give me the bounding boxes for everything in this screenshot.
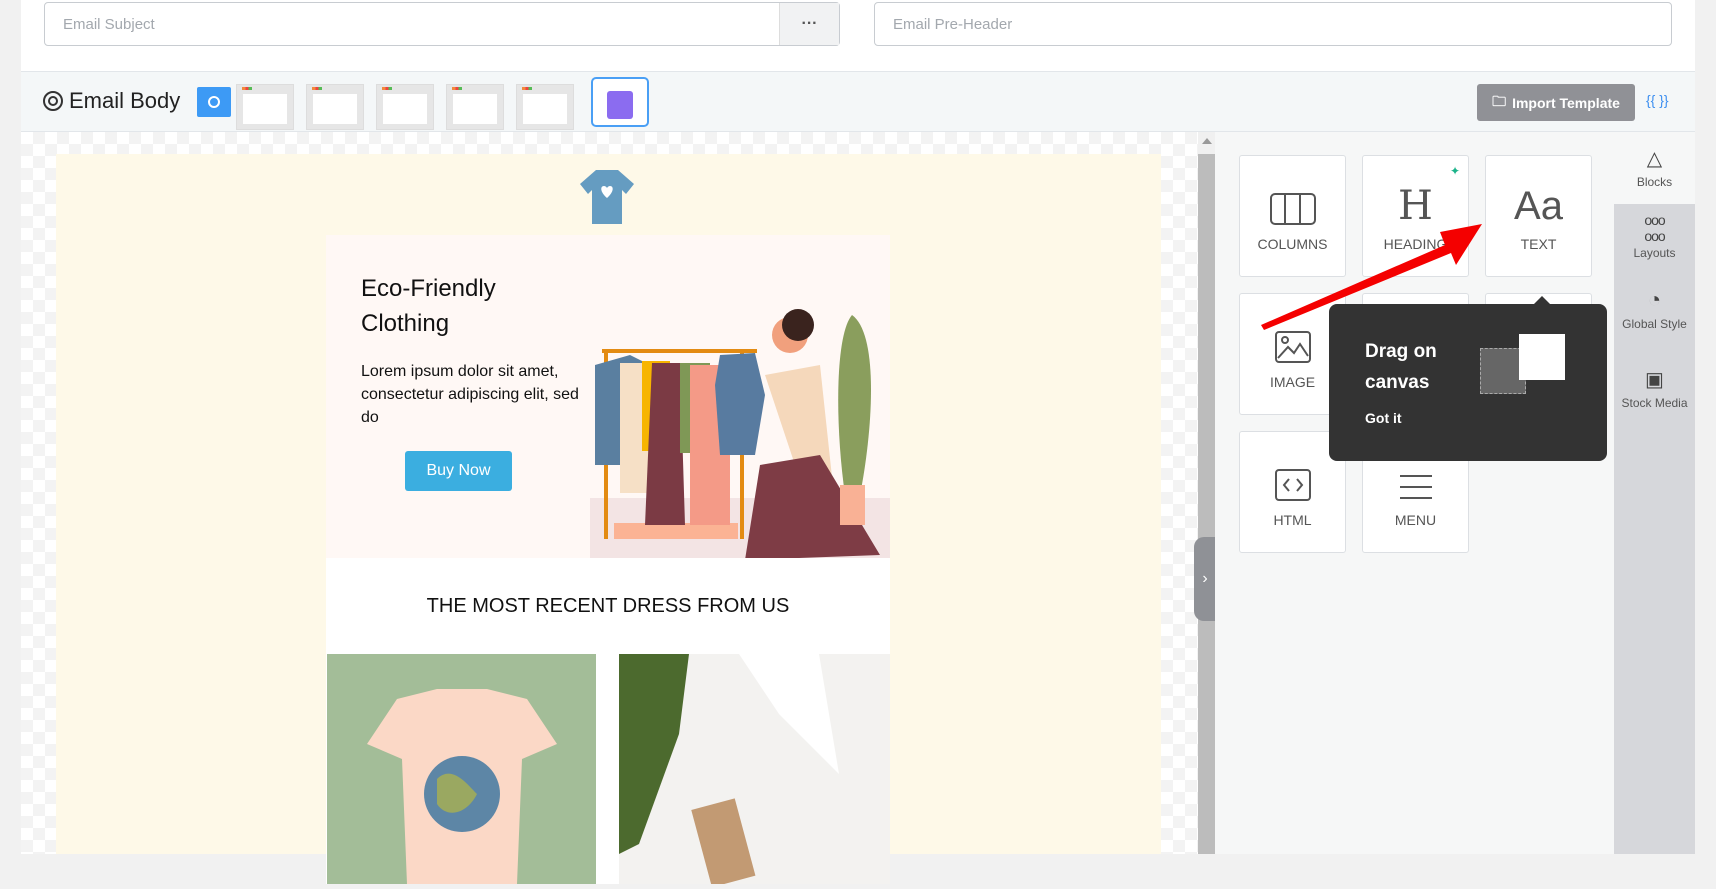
buy-now-button[interactable]: Buy Now — [405, 451, 512, 491]
hero-illustration — [590, 275, 890, 600]
drag-builder-button[interactable] — [591, 77, 649, 127]
email-content: Eco-Friendly Clothing Lorem ipsum dolor s… — [326, 235, 890, 888]
product-image-shirt[interactable] — [619, 654, 890, 888]
product-row — [326, 654, 890, 888]
drag-cursor-icon — [607, 91, 633, 119]
tab-label: Layouts — [1633, 246, 1676, 260]
hero-title[interactable]: Eco-Friendly Clothing — [361, 271, 496, 341]
preview-eye-button[interactable] — [197, 87, 231, 117]
template-thumb-2[interactable] — [306, 84, 364, 130]
got-it-button[interactable]: Got it — [1365, 410, 1402, 426]
email-body-bar: Email Body 🗀 Import Template {{ }} — [21, 71, 1695, 132]
palette-icon: ◔ — [1647, 287, 1662, 312]
block-label: MENU — [1394, 512, 1437, 528]
tooltip-title-line1: Drag on — [1365, 341, 1437, 362]
hero-section: Eco-Friendly Clothing Lorem ipsum dolor s… — [326, 235, 890, 600]
tab-global-style[interactable]: ◔ Global Style — [1614, 287, 1695, 331]
blocks-panel: COLUMNS ✦ H HEADING Aa TEXT IMAGE HTML MENU — [1215, 132, 1614, 854]
email-body-label: Email Body — [69, 88, 181, 113]
email-preheader-input[interactable]: Email Pre-Header — [874, 2, 1672, 46]
merge-tags-button[interactable]: {{ }} — [1646, 92, 1669, 108]
section-title[interactable]: THE MOST RECENT DRESS FROM US — [326, 558, 890, 654]
drag-demo-block — [1519, 334, 1565, 380]
template-thumb-3[interactable] — [376, 84, 434, 130]
scroll-up-icon[interactable] — [1202, 138, 1212, 144]
subject-placeholder: Email Subject — [63, 15, 155, 33]
block-text[interactable]: Aa TEXT — [1485, 155, 1592, 277]
template-thumb-4[interactable] — [446, 84, 504, 130]
tooltip-title: Drag on canvas — [1365, 336, 1437, 398]
tab-label: Blocks — [1636, 175, 1673, 189]
drag-tooltip: Drag on canvas Got it — [1329, 296, 1607, 461]
tooltip-title-line2: canvas — [1365, 372, 1430, 393]
collapse-panel-handle[interactable]: › — [1194, 537, 1216, 621]
block-label: HTML — [1273, 512, 1312, 528]
block-heading[interactable]: ✦ H HEADING — [1362, 155, 1469, 277]
preheader-placeholder: Email Pre-Header — [893, 15, 1013, 33]
folder-icon: 🗀 — [1492, 92, 1507, 109]
hero-title-line2: Clothing — [361, 310, 450, 337]
side-tabs: △ Blocks ooo ooo Layouts ◔ Global Style ▣ Sto… — [1614, 132, 1695, 854]
eye-icon — [208, 96, 220, 108]
template-thumb-5[interactable] — [516, 84, 574, 130]
import-template-button[interactable]: 🗀 Import Template — [1477, 84, 1635, 121]
product-image-tshirt[interactable] — [327, 654, 596, 884]
block-columns[interactable]: COLUMNS — [1239, 155, 1346, 277]
tab-stock-media[interactable]: ▣ Stock Media — [1614, 367, 1695, 410]
template-thumb-1[interactable] — [236, 84, 294, 130]
email-subject-input[interactable]: Email Subject — [44, 2, 840, 46]
tab-layouts[interactable]: ooo ooo Layouts — [1614, 212, 1695, 260]
hero-title-line1: Eco-Friendly — [361, 275, 496, 302]
tab-label: Stock Media — [1621, 396, 1688, 410]
tab-label: Global Style — [1622, 317, 1687, 331]
lifebuoy-icon — [43, 91, 63, 111]
block-label: HEADING — [1383, 236, 1448, 252]
text-icon: Aa — [1514, 184, 1563, 228]
tab-blocks[interactable]: △ Blocks — [1614, 132, 1695, 204]
columns-icon — [1240, 156, 1345, 226]
import-template-label: Import Template — [1512, 94, 1620, 111]
hero-text[interactable]: Lorem ipsum dolor sit amet, consectetur … — [361, 360, 581, 429]
more-options-button[interactable]: ··· — [779, 3, 839, 45]
email-header-fields: Email Subject ··· Email Pre-Header — [21, 0, 1695, 71]
shapes-icon: △ — [1646, 148, 1663, 170]
tshirt-logo — [578, 168, 636, 224]
block-label: TEXT — [1520, 236, 1557, 252]
canvas-scrollbar[interactable] — [1198, 132, 1215, 854]
block-label: COLUMNS — [1257, 236, 1328, 252]
stock-image-icon: ▣ — [1645, 369, 1664, 391]
email-body-title: Email Body — [43, 88, 180, 114]
ai-sparkle-icon: ✦ — [1449, 164, 1460, 178]
scrollbar-thumb[interactable] — [1198, 154, 1215, 854]
grid-icon: ooo ooo — [1644, 212, 1665, 244]
